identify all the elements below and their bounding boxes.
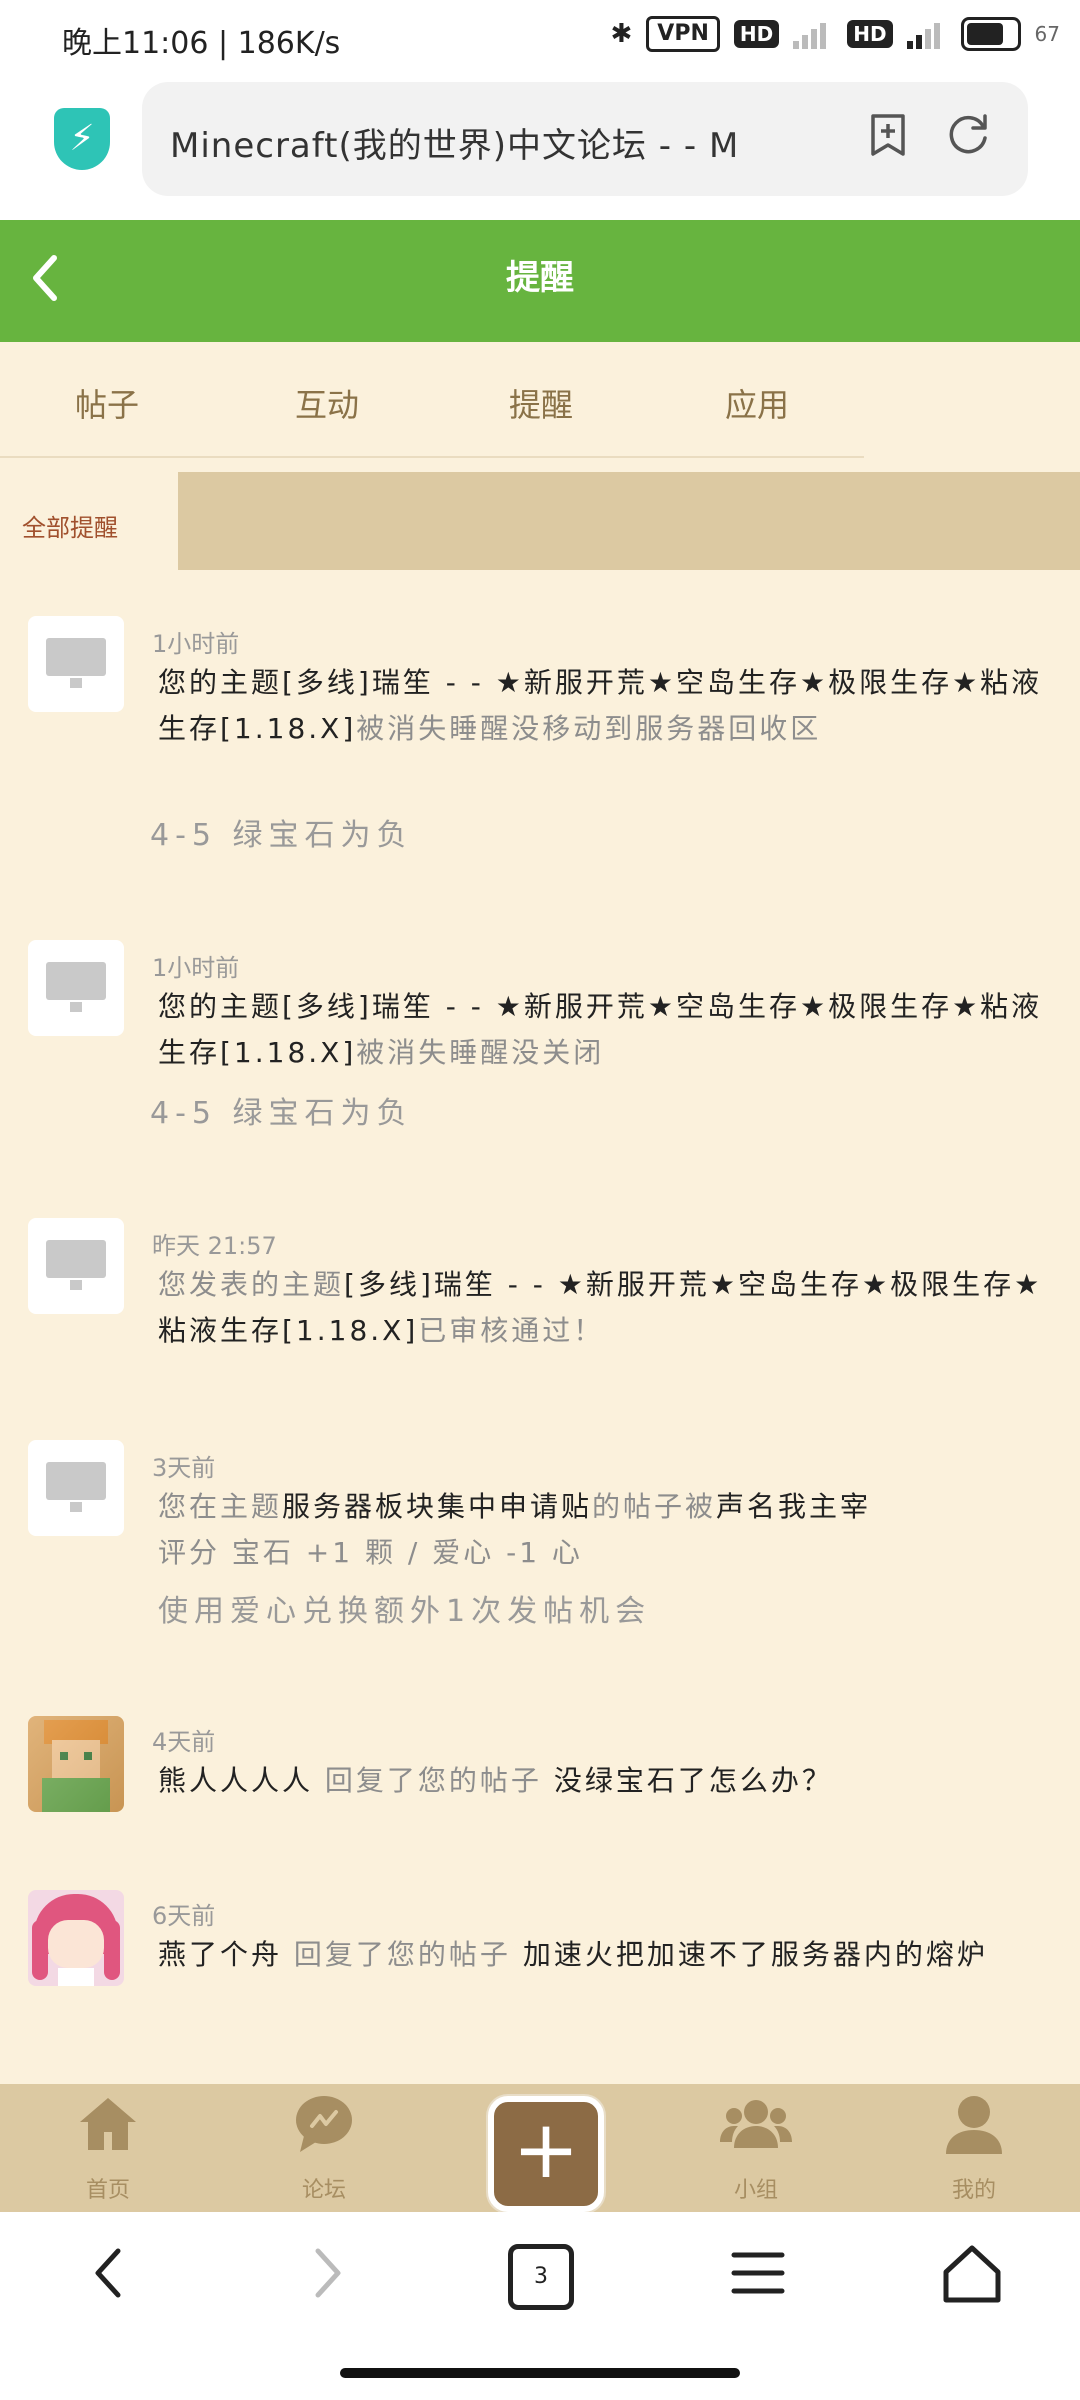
avatar[interactable] xyxy=(28,940,124,1036)
home-indicator xyxy=(340,2368,740,2378)
tab-interaction[interactable]: 互动 xyxy=(272,380,382,426)
tab-reminders[interactable]: 提醒 xyxy=(486,380,596,426)
add-bookmark-icon[interactable] xyxy=(862,112,914,164)
avatar[interactable] xyxy=(28,1218,124,1314)
notification-subtext: 4-5 绿宝石为负 xyxy=(150,1096,413,1131)
user-icon xyxy=(914,2092,1034,2166)
notification-text[interactable]: 您发表的主题[多线]瑞笙 - - ★新服开荒★空岛生存★极限生存★粘液生存[1.… xyxy=(158,1262,1048,1354)
notification-text[interactable]: 您在主题服务器板块集中申请贴的帖子被声名我主宰 评分 宝石 +1 颗 / 爱心 … xyxy=(158,1484,1048,1576)
notification-text[interactable]: 您的主题[多线]瑞笙 - - ★新服开荒★空岛生存★极限生存★粘液生存[1.18… xyxy=(158,660,1048,752)
anime-girl-avatar[interactable] xyxy=(28,1890,124,1986)
signal-icon xyxy=(793,19,833,49)
hd-icon-2: HD xyxy=(847,20,893,48)
page-title: 提醒 xyxy=(506,258,574,298)
refresh-icon[interactable] xyxy=(942,112,994,164)
computer-icon xyxy=(46,1462,106,1512)
filter-bar xyxy=(178,472,1080,570)
status-icons: ✱ VPN HD HD 67 xyxy=(610,16,1060,52)
add-post-button[interactable]: + xyxy=(488,2096,604,2212)
battery-icon xyxy=(960,17,1021,51)
tab-posts[interactable]: 帖子 xyxy=(52,380,162,426)
nav-me[interactable]: 我的 xyxy=(914,2092,1034,2204)
battery-level: 67 xyxy=(1034,22,1060,46)
nav-group[interactable]: 小组 xyxy=(696,2092,816,2204)
menu-icon[interactable] xyxy=(718,2242,798,2322)
notification-time: 1小时前 xyxy=(152,954,240,982)
url-text[interactable]: Minecraft(我的世界)中文论坛 - - M xyxy=(170,118,790,167)
notification-time: 3天前 xyxy=(152,1454,216,1482)
notification-time: 昨天 21:57 xyxy=(152,1232,277,1260)
notification-text[interactable]: 燕了个舟 回复了您的帖子 加速火把加速不了服务器内的熔炉 xyxy=(158,1932,1048,1978)
notification-subtext[interactable]: 使用爱心兑换额外1次发帖机会 xyxy=(158,1586,651,1630)
computer-icon xyxy=(46,962,106,1012)
status-time: 晚上11:06 | 186K/s xyxy=(62,26,341,61)
filter-all-label[interactable]: 全部提醒 xyxy=(22,508,118,543)
computer-icon xyxy=(46,638,106,688)
notification-time: 1小时前 xyxy=(152,630,240,658)
browser-back-icon[interactable] xyxy=(68,2242,148,2322)
avatar[interactable] xyxy=(28,616,124,712)
bluetooth-icon: ✱ xyxy=(610,19,633,49)
hd-icon: HD xyxy=(733,20,780,48)
computer-icon xyxy=(46,1240,106,1290)
home-icon xyxy=(48,2092,168,2166)
security-shield-icon[interactable]: ⚡ xyxy=(54,108,110,170)
notification-time: 6天前 xyxy=(152,1902,216,1930)
notification-subtext: 4-5 绿宝石为负 xyxy=(150,818,413,853)
tabs-button[interactable]: 3 xyxy=(508,2244,574,2310)
vpn-icon: VPN xyxy=(646,16,720,52)
status-bar: 晚上11:06 | 186K/s ✱ VPN HD HD 67 xyxy=(0,0,1080,74)
browser-forward-icon[interactable] xyxy=(288,2242,368,2322)
notification-text[interactable]: 熊人人人人 回复了您的帖子 没绿宝石了怎么办？ xyxy=(158,1758,1048,1804)
group-icon xyxy=(696,2092,816,2166)
nav-forum[interactable]: 论坛 xyxy=(264,2092,384,2204)
signal-icon-2 xyxy=(906,19,947,49)
browser-home-icon[interactable] xyxy=(932,2242,1012,2322)
avatar[interactable] xyxy=(28,1440,124,1536)
tab-divider xyxy=(0,456,864,458)
minecraft-alex-avatar[interactable] xyxy=(28,1716,124,1812)
tab-apps[interactable]: 应用 xyxy=(702,380,812,426)
forum-chat-icon xyxy=(264,2092,384,2166)
nav-home[interactable]: 首页 xyxy=(48,2092,168,2204)
notification-text[interactable]: 您的主题[多线]瑞笙 - - ★新服开荒★空岛生存★极限生存★粘液生存[1.18… xyxy=(158,984,1048,1076)
notification-time: 4天前 xyxy=(152,1728,216,1756)
